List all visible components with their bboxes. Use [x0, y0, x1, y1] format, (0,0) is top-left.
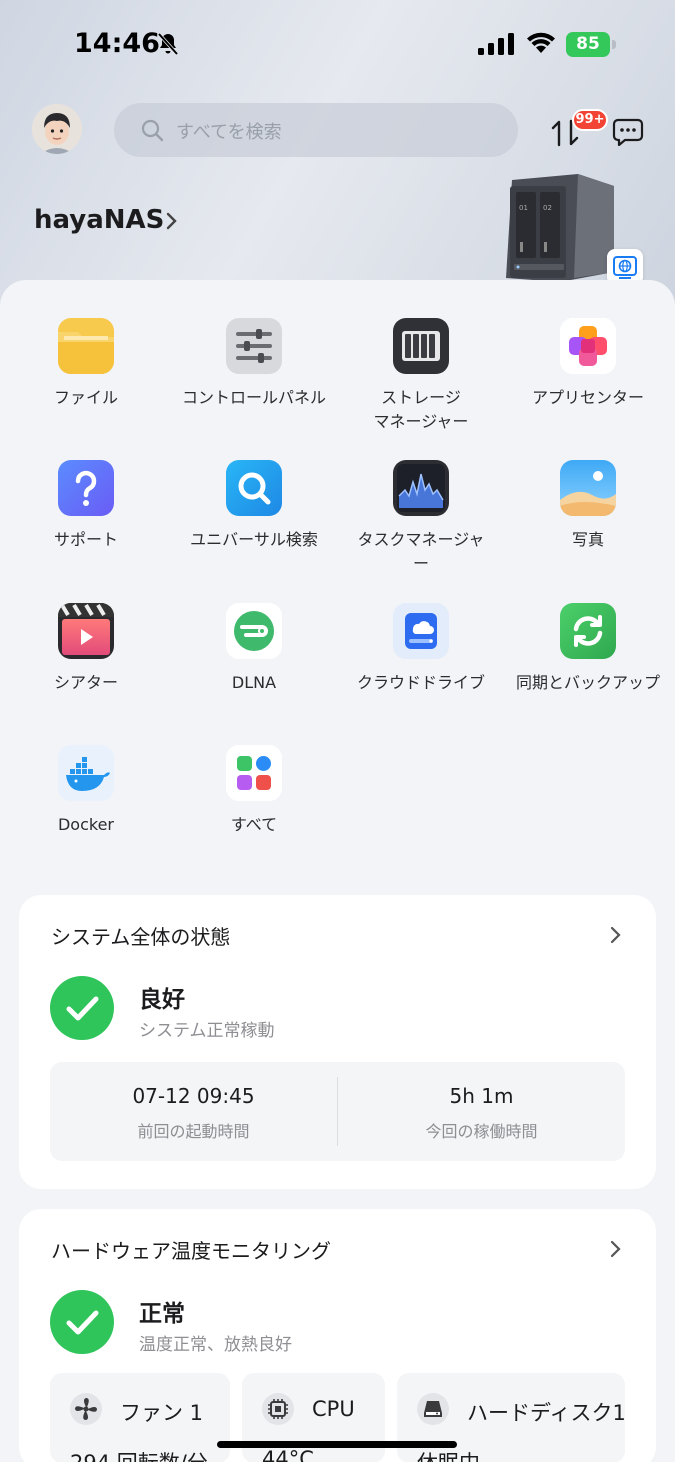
nas-device-image: 01 02: [506, 174, 614, 282]
photos-icon: [560, 460, 616, 516]
app-label: Docker: [57, 815, 115, 834]
app-label: ストレージ マネージャー: [373, 388, 469, 431]
uptime-label: 今回の稼働時間: [425, 1122, 538, 1141]
status-text: 良好: [139, 987, 185, 1013]
chevron-right-icon[interactable]: [165, 211, 179, 231]
card-title: システム全体の状態: [51, 925, 231, 949]
app-label: すべて: [230, 815, 278, 834]
sync-backup-icon: [560, 603, 616, 659]
last-boot-stat: 07-12 09:45 前回の起動時間: [50, 1062, 337, 1161]
search-input[interactable]: すべてを検索: [114, 103, 518, 157]
cpu-tile[interactable]: CPU 44°C: [242, 1373, 385, 1462]
fan-tile[interactable]: ファン 1 294 回転数/分: [50, 1373, 230, 1462]
status-subtext: システム正常稼動: [139, 1021, 275, 1041]
bell-off-icon: [157, 32, 179, 56]
hard-disk-icon: [417, 1393, 449, 1425]
app-label: コントロールパネル: [181, 388, 326, 407]
app-label: 同期とバックアップ: [515, 673, 660, 692]
transfer-count-badge: 99+: [572, 109, 608, 131]
storage-manager-icon: [393, 318, 449, 374]
uptime-stat: 5h 1m 今回の稼働時間: [338, 1062, 625, 1161]
cloud-drive-icon: [393, 603, 449, 659]
app-label: ファイル: [53, 388, 118, 407]
app-center-icon: [560, 318, 616, 374]
battery-cap: [612, 40, 616, 49]
theater-icon: [58, 603, 114, 659]
tile-name: CPU: [312, 1397, 355, 1421]
cpu-icon: [262, 1393, 294, 1425]
checkmark-icon: [50, 976, 114, 1040]
app-label: DLNA: [231, 673, 277, 692]
control-panel-icon: [226, 318, 282, 374]
last-boot-label: 前回の起動時間: [137, 1122, 250, 1141]
hard-disk-tile[interactable]: ハードディスク1 休眠中: [397, 1373, 625, 1462]
chevron-right-icon[interactable]: [610, 925, 622, 945]
last-boot-value: 07-12 09:45: [132, 1084, 255, 1108]
app-label: ユニバーサル検索: [190, 530, 318, 549]
tile-name: ファン 1: [120, 1401, 204, 1425]
device-name[interactable]: hayaNAS: [34, 205, 164, 235]
folder-icon: [58, 318, 114, 374]
docker-icon: [58, 745, 114, 801]
tile-value: 44°C: [262, 1447, 314, 1462]
status-subtext: 温度正常、放熱良好: [139, 1335, 292, 1355]
svg-text:01: 01: [519, 204, 528, 212]
hardware-temperature-card[interactable]: ハードウェア温度モニタリング 正常 温度正常、放熱良好 ファン 1 294 回転…: [19, 1209, 656, 1462]
battery-level: 85: [566, 32, 610, 57]
uptime-value: 5h 1m: [449, 1084, 514, 1108]
chevron-right-icon[interactable]: [610, 1239, 622, 1259]
app-label: アプリセンター: [531, 388, 644, 407]
task-manager-icon: [393, 460, 449, 516]
user-avatar[interactable]: [32, 104, 82, 154]
status-text: 正常: [139, 1301, 185, 1327]
tile-value: 294 回転数/分: [70, 1447, 208, 1462]
universal-search-icon: [226, 460, 282, 516]
status-bar: 14:46 85: [0, 0, 675, 92]
tile-name: ハードディスク1: [467, 1401, 625, 1425]
stats-box: 07-12 09:45 前回の起動時間 5h 1m 今回の稼働時間: [50, 1062, 625, 1161]
home-indicator[interactable]: [217, 1441, 457, 1448]
search-placeholder: すべてを検索: [176, 122, 282, 143]
dlna-icon: [226, 603, 282, 659]
app-label: サポート: [53, 530, 118, 549]
app-label: 写真: [571, 530, 604, 549]
wifi-icon: [527, 32, 555, 53]
app-label: タスクマネージャ ー: [357, 530, 485, 573]
message-icon[interactable]: [612, 118, 644, 146]
battery-indicator: 85: [566, 32, 616, 57]
fan-icon: [70, 1393, 102, 1425]
checkmark-icon: [50, 1290, 114, 1354]
support-icon: [58, 460, 114, 516]
cellular-signal-icon: [478, 33, 514, 55]
status-time: 14:46: [74, 28, 160, 59]
search-icon: [141, 119, 164, 142]
all-apps-icon: [226, 745, 282, 801]
app-label: シアター: [53, 673, 118, 692]
svg-text:02: 02: [543, 204, 552, 212]
tile-value: 休眠中: [417, 1447, 480, 1462]
system-status-card[interactable]: システム全体の状態 良好 システム正常稼動 07-12 09:45 前回の起動時…: [19, 895, 656, 1189]
card-title: ハードウェア温度モニタリング: [51, 1239, 331, 1263]
app-label: クラウドドライブ: [356, 673, 485, 692]
